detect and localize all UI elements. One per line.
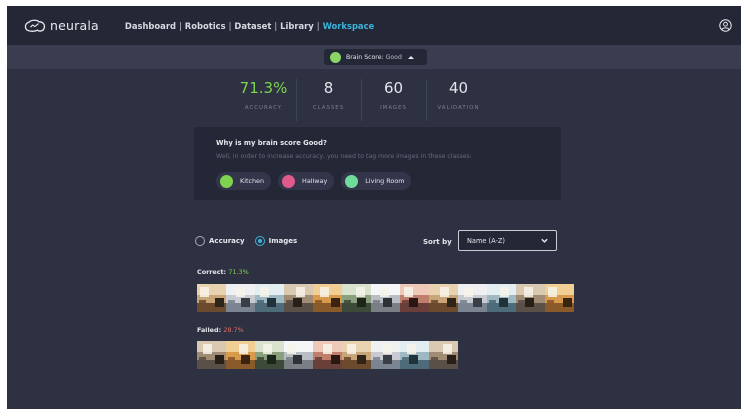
image-thumbnail[interactable] xyxy=(487,284,516,312)
sort-select[interactable]: Name (A-Z) xyxy=(458,230,557,251)
failed-thumbnails xyxy=(197,341,458,369)
main-nav: Dashboard | Robotics | Dataset | Library… xyxy=(125,21,374,31)
brain-score-bar: Brain Score: Good xyxy=(7,45,741,69)
nav-item-robotics[interactable]: Robotics xyxy=(185,21,226,31)
stat-value: 71.3% xyxy=(239,79,288,97)
image-thumbnail[interactable] xyxy=(313,341,342,369)
image-thumbnail[interactable] xyxy=(516,284,545,312)
class-chip-label: Hallway xyxy=(302,177,328,185)
image-thumbnail[interactable] xyxy=(429,341,458,369)
image-thumbnail[interactable] xyxy=(342,341,371,369)
correct-thumbnails xyxy=(197,284,574,312)
class-chip-hallway[interactable]: Hallway xyxy=(278,172,335,190)
stat-label: IMAGES xyxy=(380,105,407,111)
image-thumbnail[interactable] xyxy=(400,341,429,369)
image-thumbnail[interactable] xyxy=(255,284,284,312)
class-chips: Kitchen Hallway Living Room xyxy=(216,172,412,190)
correct-label: Correct: 71.3% xyxy=(197,268,249,276)
stat-accuracy: 71.3% ACCURACY xyxy=(231,77,296,125)
class-color-dot xyxy=(345,174,359,188)
stat-validation: 40 VALIDATION xyxy=(426,77,491,125)
nav-item-workspace[interactable]: Workspace xyxy=(323,21,375,31)
stat-label: ACCURACY xyxy=(244,105,283,111)
image-thumbnail[interactable] xyxy=(371,284,400,312)
brain-logo-icon xyxy=(24,19,46,32)
view-mode-radio-group: Accuracy Images xyxy=(195,236,297,246)
brain-score-dropdown[interactable]: Brain Score: Good xyxy=(324,49,427,65)
stats-row: 71.3% ACCURACY 8 CLASSES 60 IMAGES 40 VA… xyxy=(231,77,526,125)
app-window: neurala Dashboard | Robotics | Dataset |… xyxy=(7,6,741,409)
sort-by-label: Sort by xyxy=(423,238,452,246)
image-thumbnail[interactable] xyxy=(313,284,342,312)
image-thumbnail[interactable] xyxy=(458,284,487,312)
brain-score-label: Brain Score: Good xyxy=(346,53,402,61)
class-color-dot xyxy=(220,174,233,188)
stat-value: 8 xyxy=(323,79,334,97)
class-chip-living-room[interactable]: Living Room xyxy=(341,172,412,190)
image-thumbnail[interactable] xyxy=(545,284,574,312)
radio-images[interactable] xyxy=(254,236,265,246)
image-thumbnail[interactable] xyxy=(284,284,313,312)
caret-up-icon xyxy=(407,55,414,59)
class-chip-kitchen[interactable]: Kitchen xyxy=(216,172,272,190)
stat-value: 60 xyxy=(383,79,404,97)
image-thumbnail[interactable] xyxy=(429,284,458,312)
logo-text: neurala xyxy=(50,18,99,33)
chevron-down-icon xyxy=(541,238,548,243)
nav-separator: | xyxy=(274,20,278,31)
stat-images: 60 IMAGES xyxy=(361,77,426,125)
failed-percent: 28.7% xyxy=(223,326,244,334)
nav-separator: | xyxy=(316,20,320,31)
radio-images-label[interactable]: Images xyxy=(269,237,298,245)
nav-separator: | xyxy=(178,20,182,31)
image-thumbnail[interactable] xyxy=(226,341,255,369)
image-thumbnail[interactable] xyxy=(226,284,255,312)
image-thumbnail[interactable] xyxy=(342,284,371,312)
class-chip-label: Kitchen xyxy=(240,177,265,185)
explanation-text: Well, in order to increase accuracy, you… xyxy=(216,153,472,160)
class-chip-label: Living Room xyxy=(365,177,405,185)
image-thumbnail[interactable] xyxy=(284,341,313,369)
class-color-dot xyxy=(282,174,296,188)
brain-score-indicator xyxy=(330,51,341,63)
nav-item-library[interactable]: Library xyxy=(280,21,314,31)
correct-percent: 71.3% xyxy=(228,268,249,276)
radio-accuracy-label[interactable]: Accuracy xyxy=(209,237,245,245)
stat-value: 40 xyxy=(448,79,469,97)
brain-score-value: Good xyxy=(385,53,402,61)
image-thumbnail[interactable] xyxy=(197,284,226,312)
image-thumbnail[interactable] xyxy=(371,341,400,369)
failed-label: Failed: 28.7% xyxy=(197,326,244,334)
nav-item-dashboard[interactable]: Dashboard xyxy=(125,21,176,31)
image-thumbnail[interactable] xyxy=(400,284,429,312)
nav-item-dataset[interactable]: Dataset xyxy=(234,21,271,31)
explanation-title: Why is my brain score Good? xyxy=(216,139,327,147)
user-account-icon[interactable] xyxy=(719,19,732,32)
logo[interactable]: neurala xyxy=(24,18,99,33)
stat-label: VALIDATION xyxy=(437,105,480,111)
radio-accuracy[interactable] xyxy=(195,236,205,246)
image-thumbnail[interactable] xyxy=(197,341,226,369)
image-thumbnail[interactable] xyxy=(255,341,284,369)
stat-classes: 8 CLASSES xyxy=(296,77,361,125)
brain-score-explanation: Why is my brain score Good? Well, in ord… xyxy=(194,127,561,200)
stat-label: CLASSES xyxy=(312,105,345,111)
nav-separator: | xyxy=(228,20,232,31)
sort-selected-value: Name (A-Z) xyxy=(467,236,505,245)
top-header: neurala Dashboard | Robotics | Dataset |… xyxy=(7,6,741,45)
